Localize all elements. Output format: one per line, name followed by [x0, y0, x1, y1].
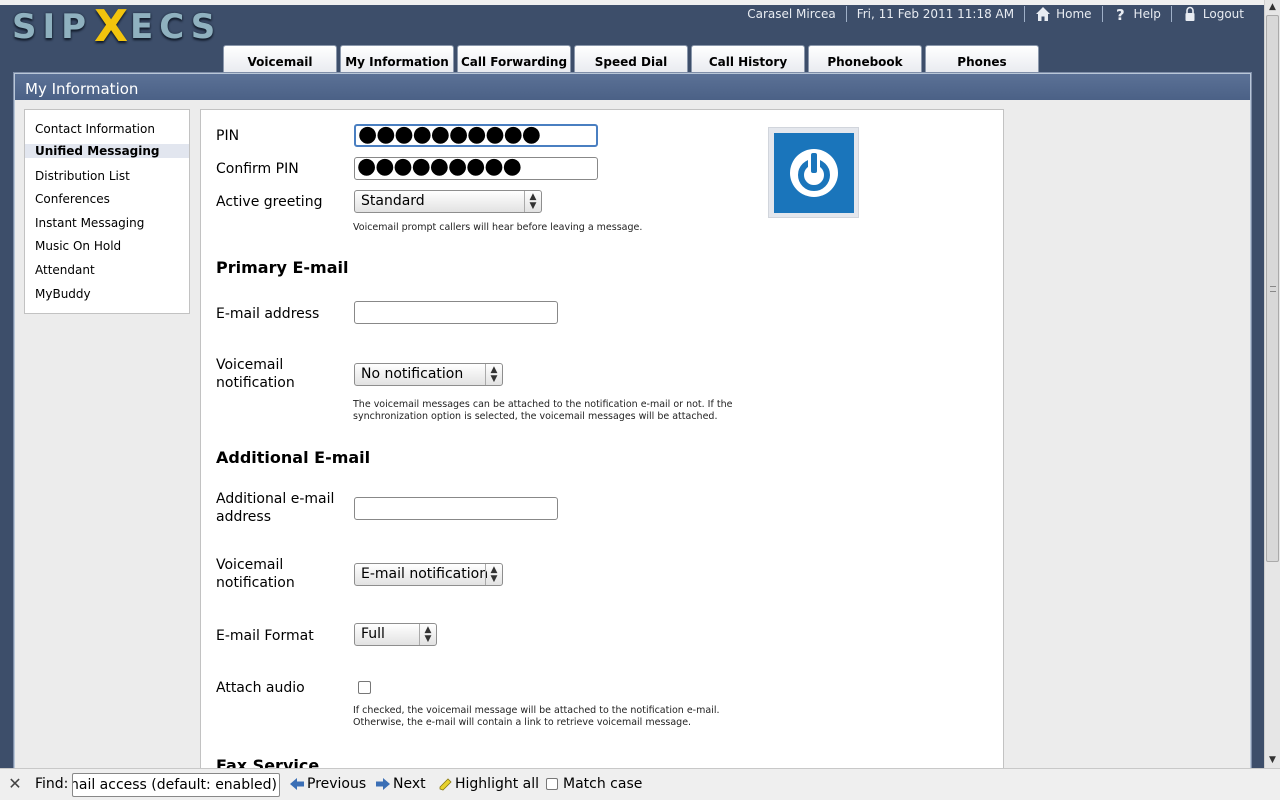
find-bar: ✕ Find: mail access (default: enabled) P…: [0, 768, 1280, 800]
additional-vm-notification-value: E-mail notification: [361, 566, 489, 582]
additional-email-input[interactable]: [354, 497, 558, 520]
browser-viewport: SIP X ECS Carasel Mircea Fri, 11 Feb 201…: [0, 0, 1264, 768]
primary-email-heading: Primary E-mail: [216, 258, 349, 277]
additional-vm-notification-label: Voicemail notification: [216, 557, 295, 591]
panel-title: My Information: [15, 74, 1250, 100]
arrow-right-icon: [376, 778, 390, 790]
fax-service-heading: Fax Service: [216, 756, 320, 768]
find-next-label: Next: [393, 776, 426, 792]
find-previous-label: Previous: [307, 776, 367, 792]
help-link[interactable]: ? Help: [1103, 5, 1171, 23]
vm-notification-label: Voicemail notification: [216, 357, 295, 391]
tab-call-forwarding[interactable]: Call Forwarding: [457, 45, 571, 72]
unified-messaging-form: PIN ●●●●●●●●●● Confirm PIN ●●●●●●●●● Act…: [200, 109, 1004, 768]
logo-text-left: SIP: [12, 7, 93, 47]
updown-arrows-icon: ▲ ▼: [485, 564, 502, 585]
sidebar-item-mybuddy[interactable]: MyBuddy: [25, 285, 189, 309]
active-greeting-select[interactable]: Standard ▲ ▼: [354, 190, 542, 213]
app-logo[interactable]: SIP X ECS: [12, 1, 222, 52]
arrow-left-icon: [290, 778, 304, 790]
active-greeting-value: Standard: [361, 193, 425, 209]
sidebar-item-music-on-hold[interactable]: Music On Hold: [25, 237, 189, 261]
vm-notification-value: No notification: [361, 366, 464, 382]
confirm-pin-label: Confirm PIN: [216, 161, 299, 177]
attach-audio-checkbox[interactable]: [358, 681, 371, 694]
highlight-all-button[interactable]: Highlight all: [438, 776, 539, 792]
sidebar-item-instant-messaging[interactable]: Instant Messaging: [25, 214, 189, 238]
logo-x: X: [94, 1, 128, 52]
find-previous-button[interactable]: Previous: [290, 776, 366, 792]
active-greeting-label: Active greeting: [216, 194, 323, 210]
additional-email-label: Additional e-mail address: [216, 491, 335, 525]
email-format-label: E-mail Format: [216, 628, 314, 644]
scroll-up-arrow-icon[interactable]: ▲: [1265, 0, 1280, 15]
close-icon[interactable]: ✕: [8, 776, 22, 792]
find-label: Find:: [35, 776, 69, 792]
sidebar-item-attendant[interactable]: Attendant: [25, 261, 189, 285]
tab-my-information[interactable]: My Information: [340, 45, 454, 72]
highlighter-icon: [439, 778, 452, 791]
match-case-label: Match case: [563, 776, 643, 792]
tab-phonebook[interactable]: Phonebook: [808, 45, 922, 72]
side-menu: Contact Information Unified Messaging Di…: [24, 109, 190, 314]
power-icon: [790, 149, 838, 197]
tab-phones[interactable]: Phones: [925, 45, 1039, 72]
sidebar-item-unified-messaging[interactable]: Unified Messaging: [25, 143, 189, 158]
scroll-down-arrow-icon[interactable]: ▼: [1265, 753, 1280, 768]
confirm-pin-input[interactable]: ●●●●●●●●●: [354, 157, 598, 180]
email-format-select[interactable]: Full ▲ ▼: [354, 623, 437, 646]
additional-vm-notification-select[interactable]: E-mail notification ▲ ▼: [354, 563, 503, 586]
scrollbar-thumb[interactable]: [1266, 15, 1279, 562]
tab-speed-dial[interactable]: Speed Dial: [574, 45, 688, 72]
user-name: Carasel Mircea: [747, 7, 836, 21]
help-link-label[interactable]: Help: [1134, 7, 1161, 21]
sidebar-item-conferences[interactable]: Conferences: [25, 190, 189, 214]
highlight-all-label: Highlight all: [455, 776, 540, 792]
pin-label: PIN: [216, 128, 240, 144]
updown-arrows-icon: ▲ ▼: [419, 624, 436, 645]
avatar-image: [774, 133, 854, 213]
additional-email-heading: Additional E-mail: [216, 448, 371, 467]
logo-text-right: ECS: [130, 7, 222, 47]
current-datetime: Fri, 11 Feb 2011 11:18 AM: [856, 7, 1015, 21]
grip-icon: [1270, 286, 1276, 292]
home-link[interactable]: Home: [1025, 5, 1101, 23]
main-tabs: Voicemail My Information Call Forwarding…: [223, 45, 1042, 73]
email-address-label: E-mail address: [216, 306, 320, 322]
tab-voicemail[interactable]: Voicemail: [223, 45, 337, 72]
find-input[interactable]: mail access (default: enabled): [72, 773, 280, 797]
vertical-scrollbar[interactable]: ▲ ▼: [1264, 0, 1280, 768]
match-case-toggle[interactable]: Match case: [546, 776, 642, 792]
pin-input[interactable]: ●●●●●●●●●●: [354, 124, 598, 147]
lock-icon: [1185, 6, 1195, 21]
logout-link-label[interactable]: Logout: [1203, 7, 1244, 21]
updown-arrows-icon: ▲ ▼: [524, 191, 541, 212]
home-icon: [1036, 7, 1051, 21]
attach-audio-label: Attach audio: [216, 680, 305, 696]
logout-link[interactable]: Logout: [1172, 5, 1254, 23]
email-address-input[interactable]: [354, 301, 558, 324]
sidebar-item-contact-information[interactable]: Contact Information: [25, 120, 189, 144]
email-format-value: Full: [361, 626, 385, 642]
svg-text:?: ?: [1116, 6, 1125, 22]
vm-notification-select[interactable]: No notification ▲ ▼: [354, 363, 503, 386]
updown-arrows-icon: ▲ ▼: [485, 364, 502, 385]
active-greeting-help: Voicemail prompt callers will hear befor…: [353, 222, 643, 233]
top-navigation: Carasel Mircea Fri, 11 Feb 2011 11:18 AM…: [737, 5, 1254, 23]
vm-notification-help: The voicemail messages can be attached t…: [353, 399, 733, 422]
attach-audio-help: If checked, the voicemail message will b…: [353, 705, 720, 728]
match-case-checkbox[interactable]: [546, 778, 558, 790]
tab-call-history[interactable]: Call History: [691, 45, 805, 72]
avatar: [768, 127, 859, 218]
question-icon: ?: [1116, 6, 1125, 22]
find-next-button[interactable]: Next: [376, 776, 426, 792]
sidebar-item-distribution-list[interactable]: Distribution List: [25, 167, 189, 191]
home-link-label[interactable]: Home: [1056, 7, 1091, 21]
